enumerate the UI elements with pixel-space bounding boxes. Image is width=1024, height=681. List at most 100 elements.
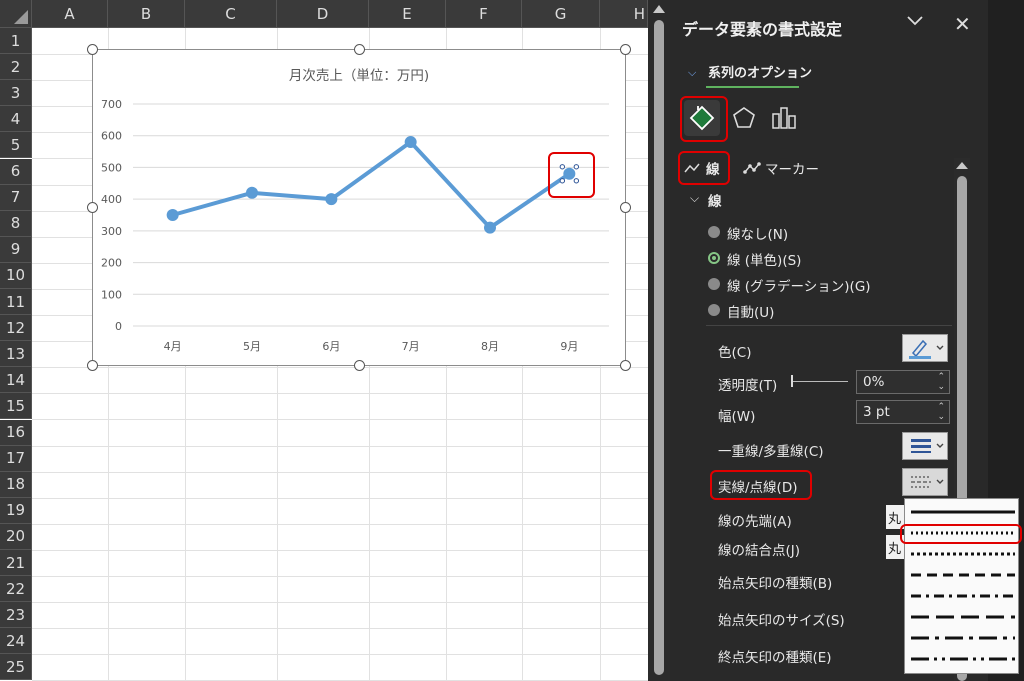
row-gridline bbox=[32, 445, 648, 447]
row-header-22[interactable]: 22 bbox=[0, 576, 32, 603]
scroll-thumb[interactable] bbox=[654, 20, 664, 675]
series-options-category-button[interactable] bbox=[766, 100, 802, 136]
row-header-8[interactable]: 8 bbox=[0, 210, 32, 237]
row-header-17[interactable]: 17 bbox=[0, 445, 32, 472]
end-arrow-type-label: 終点矢印の種類(E) bbox=[718, 650, 832, 666]
resize-handle-bm[interactable] bbox=[354, 360, 365, 371]
dash-option-long-dash[interactable] bbox=[911, 612, 1015, 622]
resize-handle-ml[interactable] bbox=[87, 202, 98, 213]
column-header-A[interactable]: A bbox=[32, 0, 108, 28]
section-collapse-icon[interactable]: ⌵ bbox=[688, 66, 696, 80]
row-header-19[interactable]: 19 bbox=[0, 497, 32, 524]
x-tick-label: 4月 bbox=[164, 340, 182, 353]
color-picker-button[interactable] bbox=[902, 334, 948, 362]
row-header-2[interactable]: 2 bbox=[0, 54, 32, 81]
select-all-corner[interactable] bbox=[0, 0, 32, 28]
row-header-24[interactable]: 24 bbox=[0, 628, 32, 655]
row-header-6[interactable]: 6 bbox=[0, 158, 32, 185]
resize-handle-tl[interactable] bbox=[87, 44, 98, 55]
row-header-16[interactable]: 16 bbox=[0, 419, 32, 446]
x-tick-label: 6月 bbox=[322, 340, 340, 353]
column-header-B[interactable]: B bbox=[108, 0, 185, 28]
row-header-14[interactable]: 14 bbox=[0, 367, 32, 394]
row-header-10[interactable]: 10 bbox=[0, 262, 32, 289]
row-header-9[interactable]: 9 bbox=[0, 236, 32, 263]
width-input[interactable]: 3 pt ⌃ ⌄ bbox=[856, 400, 950, 424]
bar-chart-icon bbox=[772, 107, 796, 129]
resize-handle-mr[interactable] bbox=[620, 202, 631, 213]
row-header-15[interactable]: 15 bbox=[0, 393, 32, 420]
row-header-18[interactable]: 18 bbox=[0, 471, 32, 498]
close-icon[interactable]: ✕ bbox=[954, 12, 971, 36]
line-section-chevron-icon[interactable]: ⌵ bbox=[690, 191, 699, 206]
scroll-up-arrow-icon[interactable] bbox=[653, 5, 665, 13]
column-header-E[interactable]: E bbox=[369, 0, 446, 28]
resize-handle-tm[interactable] bbox=[354, 44, 365, 55]
compound-type-button[interactable] bbox=[902, 432, 948, 460]
sheet-vertical-scrollbar[interactable] bbox=[648, 0, 670, 681]
column-header-D[interactable]: D bbox=[277, 0, 369, 28]
row-gridline bbox=[32, 654, 648, 656]
dash-option-solid[interactable] bbox=[911, 507, 1015, 517]
row-header-13[interactable]: 13 bbox=[0, 341, 32, 368]
row-header-4[interactable]: 4 bbox=[0, 106, 32, 133]
radio-gradient-line[interactable] bbox=[708, 278, 720, 290]
column-header-F[interactable]: F bbox=[446, 0, 522, 28]
row-header-23[interactable]: 23 bbox=[0, 602, 32, 629]
column-header-H[interactable]: H bbox=[600, 0, 648, 28]
row-gridline bbox=[32, 628, 648, 630]
row-header-20[interactable]: 20 bbox=[0, 523, 32, 550]
row-header-21[interactable]: 21 bbox=[0, 550, 32, 576]
line-section-header[interactable]: 線 bbox=[708, 190, 722, 210]
begin-arrow-type-label: 始点矢印の種類(B) bbox=[718, 576, 833, 592]
row-header-3[interactable]: 3 bbox=[0, 80, 32, 107]
spin-arrows-icon[interactable]: ⌃ ⌄ bbox=[937, 372, 945, 392]
radio-automatic-label[interactable]: 自動(U) bbox=[727, 301, 774, 321]
row-header-1[interactable]: 1 bbox=[0, 28, 32, 54]
resize-handle-tr[interactable] bbox=[620, 44, 631, 55]
radio-no-line-label[interactable]: 線なし(N) bbox=[727, 223, 788, 243]
dash-option-long-dash-dot-dot[interactable] bbox=[911, 654, 1015, 664]
radio-solid-line-label[interactable]: 線 (単色)(S) bbox=[727, 249, 801, 269]
series-options-underline bbox=[706, 86, 799, 88]
column-header-G[interactable]: G bbox=[522, 0, 600, 28]
x-tick-label: 5月 bbox=[243, 340, 261, 353]
column-header-C[interactable]: C bbox=[185, 0, 277, 28]
row-header-25[interactable]: 25 bbox=[0, 654, 32, 681]
radio-no-line[interactable] bbox=[708, 226, 720, 238]
resize-handle-bl[interactable] bbox=[87, 360, 98, 371]
resize-handle-br[interactable] bbox=[620, 360, 631, 371]
radio-gradient-line-label[interactable]: 線 (グラデーション)(G) bbox=[727, 275, 871, 295]
y-tick-label: 0 bbox=[115, 320, 122, 333]
row-header-5[interactable]: 5 bbox=[0, 132, 32, 159]
effects-category-button[interactable] bbox=[726, 100, 762, 136]
row-header-7[interactable]: 7 bbox=[0, 184, 32, 211]
dash-option-dash[interactable] bbox=[911, 570, 1015, 580]
series-options-tab[interactable]: 系列のオプション bbox=[708, 62, 812, 81]
spreadsheet-grid[interactable]: ABCDEFGH 1 2 3 4 5 6 7 8 9 10 11 12 13 14 15 16 17 18 19 20… bbox=[0, 0, 648, 681]
row-gridline bbox=[32, 471, 648, 473]
radio-automatic[interactable] bbox=[708, 304, 720, 316]
pane-scroll-up-arrow-icon[interactable] bbox=[956, 162, 968, 169]
transparency-slider-thumb[interactable] bbox=[791, 375, 793, 387]
row-header-11[interactable]: 11 bbox=[0, 289, 32, 315]
row-gridline bbox=[32, 367, 648, 369]
pane-options-chevron-icon[interactable] bbox=[906, 14, 924, 28]
dash-option-long-dash-dot[interactable] bbox=[911, 633, 1015, 643]
transparency-input[interactable]: 0% ⌃ ⌄ bbox=[856, 370, 950, 394]
data-point-6月 bbox=[325, 193, 338, 206]
fill-line-highlight bbox=[680, 96, 728, 142]
row-header-12[interactable]: 12 bbox=[0, 315, 32, 342]
x-tick-label: 9月 bbox=[560, 340, 578, 353]
spin-arrows-icon[interactable]: ⌃ ⌄ bbox=[937, 402, 945, 422]
row-gridline bbox=[32, 576, 648, 577]
transparency-slider[interactable] bbox=[791, 375, 848, 387]
radio-solid-line[interactable] bbox=[708, 252, 720, 264]
line-chart[interactable]: 月次売上（単位：万円) 0 100 200 300 400 500 600 700 4月 5月 6月… bbox=[92, 49, 626, 366]
dash-option-square-dot[interactable] bbox=[911, 549, 1015, 559]
dash-type-button[interactable] bbox=[902, 468, 948, 496]
dash-option-dash-dot[interactable] bbox=[911, 591, 1015, 601]
dash-option-highlight bbox=[900, 524, 1022, 544]
tab-marker[interactable]: マーカー bbox=[743, 158, 819, 178]
data-point-4月 bbox=[166, 209, 179, 221]
